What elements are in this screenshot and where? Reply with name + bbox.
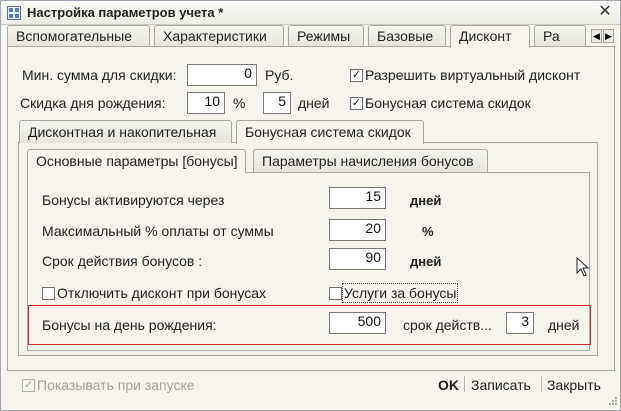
disable-discount-checkbox[interactable] <box>42 287 55 300</box>
tab-main-bonus-params[interactable]: Основные параметры [бонусы] <box>27 149 246 173</box>
footer-separator <box>464 376 465 392</box>
min-sum-input[interactable]: 0 <box>187 64 257 86</box>
tab-characteristics[interactable]: Характеристики <box>154 25 284 47</box>
highlight-frame <box>28 305 591 345</box>
validity-input[interactable]: 90 <box>329 248 386 270</box>
activate-input[interactable]: 15 <box>329 187 386 209</box>
services-label: Услуги за бонусы <box>342 283 459 303</box>
max-pct-input[interactable]: 20 <box>329 219 386 241</box>
birthday-discount-label: Скидка дня рождения: <box>20 95 166 111</box>
max-pct-label: Максимальный % оплаты от суммы <box>42 223 274 239</box>
min-sum-label: Мин. сумма для скидки: <box>22 67 177 83</box>
tab-discount-accumulative[interactable]: Дисконтная и накопительная <box>19 120 232 143</box>
tab-discount[interactable]: Дисконт <box>450 25 530 48</box>
max-pct-unit: % <box>422 224 434 239</box>
services-checkbox[interactable] <box>329 287 342 300</box>
tab-scroll-left-icon[interactable]: ◀ <box>591 29 602 43</box>
birthday-days-unit: дней <box>298 95 330 111</box>
birthday-discount-unit: % <box>233 95 246 111</box>
mouse-cursor-icon <box>576 257 590 277</box>
tab-auxiliary[interactable]: Вспомогательные <box>7 25 150 47</box>
tab-bonus-accrual-params[interactable]: Параметры начисления бонусов <box>253 149 488 172</box>
disable-discount-label: Отключить дисконт при бонусах <box>57 285 266 301</box>
top-tab-bar: Вспомогательные Характеристики Режимы Ба… <box>7 25 615 48</box>
resize-grip-icon[interactable] <box>606 396 618 408</box>
show-on-start-label: Показывать при запуске <box>37 377 195 393</box>
title-bar: Настройка параметров учета * ✕ <box>1 1 620 25</box>
ok-button[interactable]: OK <box>438 377 459 393</box>
tab-scroll-right-icon[interactable]: ▶ <box>603 29 614 43</box>
tab-bonus-system[interactable]: Бонусная система скидок <box>236 120 424 144</box>
validity-label: Срок действия бонусов : <box>42 253 203 269</box>
activate-label: Бонусы активируются через <box>42 192 225 208</box>
save-button[interactable]: Записать <box>471 377 531 393</box>
tab-basic[interactable]: Базовые <box>368 25 446 47</box>
validity-unit: дней <box>410 254 442 269</box>
allow-virtual-checkbox[interactable]: ✓ <box>350 69 363 82</box>
bonus-system-checkbox[interactable]: ✓ <box>350 97 363 110</box>
settings-window: Настройка параметров учета * ✕ Вспомогат… <box>0 0 621 411</box>
tab-modes[interactable]: Режимы <box>288 25 364 47</box>
activate-unit: дней <box>410 193 442 208</box>
app-icon <box>7 6 21 20</box>
allow-virtual-label: Разрешить виртуальный дисконт <box>365 67 581 83</box>
footer-separator <box>541 376 542 392</box>
window-title: Настройка параметров учета * <box>27 5 224 20</box>
min-sum-unit: Руб. <box>265 67 294 83</box>
birthday-discount-input[interactable]: 10 <box>187 92 225 114</box>
show-on-start-checkbox[interactable]: ✓ <box>22 379 35 392</box>
close-icon[interactable]: ✕ <box>596 3 614 21</box>
bonus-system-label: Бонусная система скидок <box>365 95 531 111</box>
birthday-days-input[interactable]: 5 <box>263 92 291 114</box>
close-button[interactable]: Закрыть <box>547 377 601 393</box>
tab-truncated[interactable]: Ра <box>534 25 586 47</box>
